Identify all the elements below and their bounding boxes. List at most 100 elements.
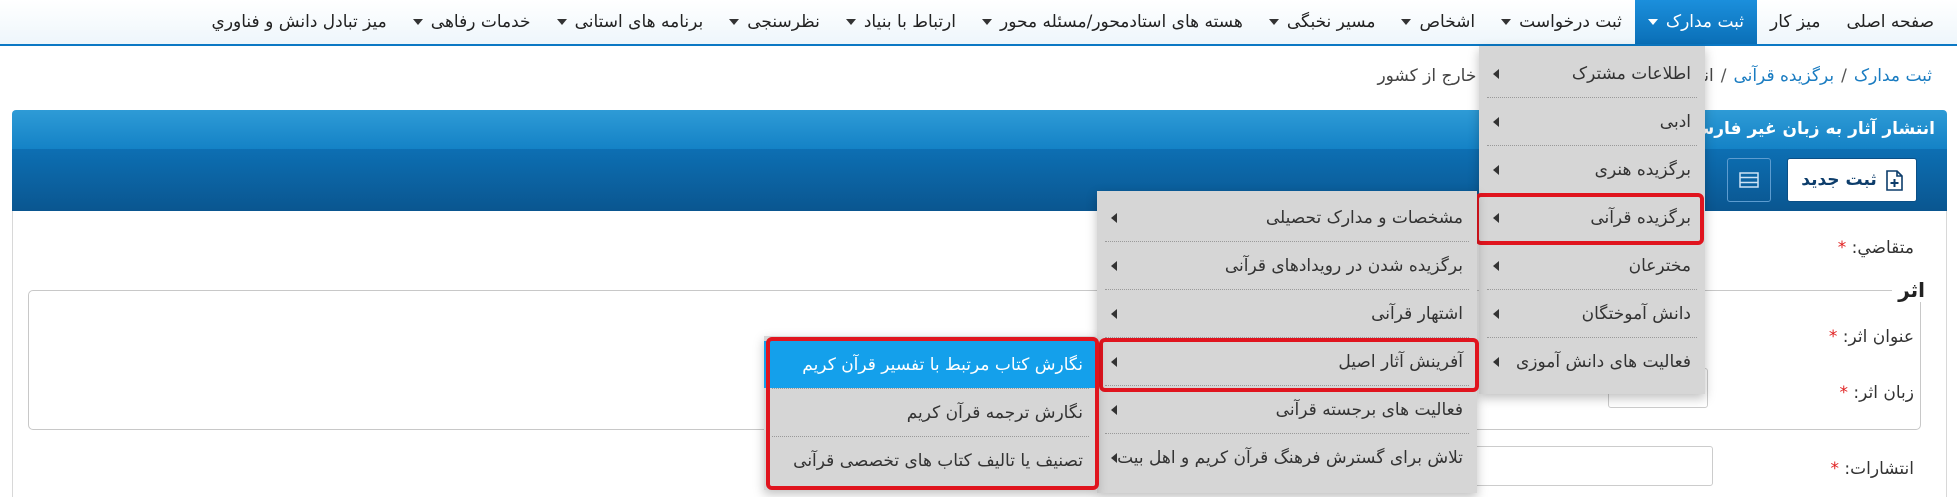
menu-item-quran-translation[interactable]: نگارش ترجمه قرآن کریم (764, 389, 1097, 436)
menu-item-label: مخترعان (1628, 255, 1691, 276)
menu-item-label: فعالیت های دانش آموزی (1516, 351, 1691, 372)
caret-down-icon (1401, 19, 1412, 25)
quran-elite-submenu: مشخصات و مدارک تحصیلی برگزیده شدن در روی… (1097, 191, 1477, 493)
menu-item-label: تصنیف یا تالیف کتاب های تخصصی قرآنی (793, 450, 1083, 471)
breadcrumb-root-link[interactable]: ثبت مدارک (1854, 66, 1932, 86)
new-record-label: ثبت جدید (1801, 170, 1877, 190)
triangle-left-icon (1111, 213, 1117, 223)
required-mark: * (1839, 383, 1849, 403)
triangle-left-icon (1111, 357, 1117, 367)
breadcrumb-parent-link[interactable]: برگزیده قرآنی (1733, 66, 1834, 86)
applicant-label: متقاضي: * (1838, 238, 1914, 258)
work-title-label: عنوان اثر: * (1829, 327, 1914, 347)
menu-item-label: فعالیت های برجسته قرآنی (1275, 399, 1463, 420)
nav-item-persons[interactable]: اشخاص (1388, 0, 1488, 44)
nav-item-label: مسیر نخبگی (1286, 12, 1376, 32)
nav-item-label: خدمات رفاهی (430, 12, 531, 32)
nav-menu: صفحه اصلی میز کار ثبت مدارک ثبت درخواست … (199, 0, 1947, 44)
triangle-left-icon (1493, 261, 1499, 271)
nav-item-research-cores[interactable]: هسته های استادمحور/مسئله محور (969, 0, 1256, 44)
menu-item-label: آفرینش آثار اصیل (1338, 351, 1463, 372)
nav-item-label: برنامه های استانی (574, 12, 704, 32)
top-navbar: صفحه اصلی میز کار ثبت مدارک ثبت درخواست … (0, 0, 1957, 46)
breadcrumb-separator: / (1841, 66, 1847, 86)
caret-down-icon (981, 19, 992, 25)
work-section-legend: اثر (1892, 278, 1931, 302)
list-view-button[interactable] (1727, 158, 1771, 202)
nav-item-knowledge-exchange[interactable]: میز تبادل دانش و فناوري (199, 0, 400, 44)
nav-item-label: ارتباط با بنیاد (863, 12, 956, 32)
nav-item-label: میز تبادل دانش و فناوري (211, 12, 387, 32)
triangle-left-icon (1493, 213, 1499, 223)
menu-item-graduates[interactable]: دانش آموختگان (1479, 290, 1705, 337)
menu-item-quran-commentary-book[interactable]: نگارش کتاب مرتبط با تفسیر قرآن کریم (764, 341, 1097, 388)
menu-item-education-records[interactable]: مشخصات و مدارک تحصیلی (1097, 194, 1477, 241)
menu-item-specialized-quran-books[interactable]: تصنیف یا تالیف کتاب های تخصصی قرآنی (764, 437, 1097, 484)
menu-item-literary[interactable]: ادبی (1479, 98, 1705, 145)
nav-item-label: اشخاص (1419, 12, 1476, 32)
caret-down-icon (1501, 19, 1512, 25)
nav-item-survey[interactable]: نظرسنجی (716, 0, 833, 44)
original-works-submenu: نگارش کتاب مرتبط با تفسیر قرآن کریم نگار… (764, 336, 1097, 490)
nav-item-dashboard[interactable]: میز کار (1757, 0, 1834, 44)
menu-item-original-works[interactable]: آفرینش آثار اصیل (1097, 338, 1477, 385)
publisher-label: انتشارات: * (1831, 459, 1915, 479)
nav-item-elite-path[interactable]: مسیر نخبگی (1256, 0, 1389, 44)
nav-item-label: ثبت مدارک (1665, 12, 1744, 32)
triangle-left-icon (1111, 453, 1117, 463)
caret-down-icon (1647, 19, 1658, 25)
menu-item-outstanding-activities[interactable]: فعالیت های برجسته قرآنی (1097, 386, 1477, 433)
menu-item-label: برگزیده هنری (1594, 159, 1691, 180)
triangle-left-icon (1493, 309, 1499, 319)
required-mark: * (1837, 238, 1847, 258)
menu-item-label: تلاش برای گسترش فرهنگ قرآن کریم و اهل بی… (1117, 447, 1463, 468)
menu-item-label: اطلاعات مشترک (1571, 63, 1691, 84)
caret-down-icon (845, 19, 856, 25)
new-record-button[interactable]: ثبت جدید (1787, 158, 1917, 202)
menu-item-label: مشخصات و مدارک تحصیلی (1265, 207, 1463, 228)
menu-item-student-activities[interactable]: فعالیت های دانش آموزی (1479, 338, 1705, 385)
work-title-label-text: عنوان اثر: (1842, 327, 1914, 347)
nav-item-label: ثبت درخواست (1519, 12, 1622, 32)
menu-item-inventors[interactable]: مخترعان (1479, 242, 1705, 289)
caret-down-icon (1268, 19, 1279, 25)
publisher-input[interactable] (1470, 446, 1713, 486)
caret-down-icon (412, 19, 423, 25)
menu-item-label: برگزیده قرآنی (1590, 207, 1691, 228)
nav-item-label: صفحه اصلی (1846, 12, 1934, 32)
menu-item-quran-events[interactable]: برگزیده شدن در رویدادهای قرآنی (1097, 242, 1477, 289)
nav-item-welfare-services[interactable]: خدمات رفاهی (400, 0, 544, 44)
nav-item-home[interactable]: صفحه اصلی (1834, 0, 1947, 44)
triangle-left-icon (1493, 357, 1499, 367)
menu-item-art-elite[interactable]: برگزیده هنری (1479, 146, 1705, 193)
nav-item-label: میز کار (1770, 12, 1821, 32)
triangle-left-icon (1493, 165, 1499, 175)
menu-item-quran-fame[interactable]: اشتهار قرآنی (1097, 290, 1477, 337)
work-language-label: زبان اثر: * (1840, 383, 1914, 403)
publisher-label-text: انتشارات: (1844, 459, 1914, 479)
menu-item-label: نگارش کتاب مرتبط با تفسیر قرآن کریم (802, 354, 1083, 375)
list-icon (1739, 172, 1759, 188)
menu-item-label: برگزیده شدن در رویدادهای قرآنی (1224, 255, 1463, 276)
menu-item-label: نگارش ترجمه قرآن کریم (906, 402, 1083, 423)
triangle-left-icon (1493, 117, 1499, 127)
nav-item-label: هسته های استادمحور/مسئله محور (999, 12, 1243, 32)
menu-item-shared-info[interactable]: اطلاعات مشترک (1479, 50, 1705, 97)
required-mark: * (1830, 459, 1840, 479)
nav-item-provincial-programs[interactable]: برنامه های استانی (544, 0, 717, 44)
menu-item-label: ادبی (1659, 111, 1691, 132)
triangle-left-icon (1493, 69, 1499, 79)
triangle-left-icon (1111, 405, 1117, 415)
work-language-label-text: زبان اثر: (1853, 383, 1914, 403)
file-plus-icon (1885, 169, 1903, 191)
menu-item-quran-elite[interactable]: برگزیده قرآنی (1479, 194, 1705, 241)
documents-dropdown-menu: اطلاعات مشترک ادبی برگزیده هنری برگزیده … (1479, 46, 1705, 394)
breadcrumb-separator: / (1720, 66, 1727, 86)
nav-item-register-documents[interactable]: ثبت مدارک (1634, 0, 1757, 44)
nav-item-contact-foundation[interactable]: ارتباط با بنیاد (833, 0, 969, 44)
applicant-label-text: متقاضي: (1851, 238, 1914, 258)
menu-item-spread-culture[interactable]: تلاش برای گسترش فرهنگ قرآن کریم و اهل بی… (1097, 434, 1477, 481)
triangle-left-icon (1111, 309, 1117, 319)
nav-item-submit-request[interactable]: ثبت درخواست (1488, 0, 1635, 44)
menu-item-label: اشتهار قرآنی (1371, 303, 1463, 324)
